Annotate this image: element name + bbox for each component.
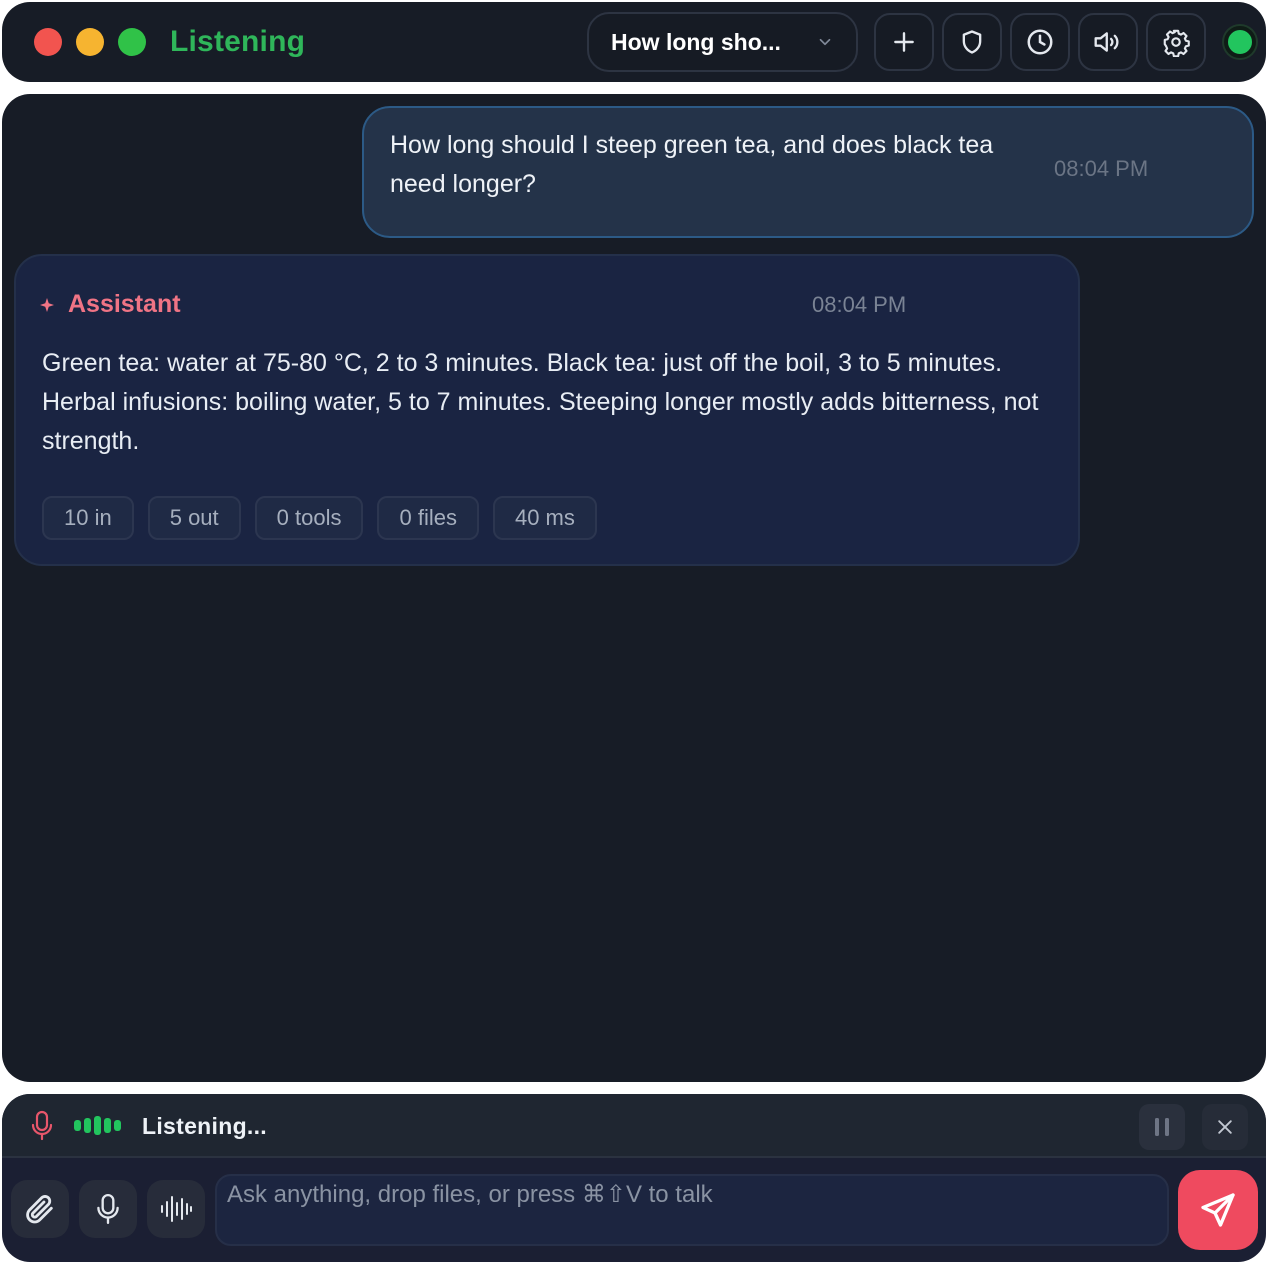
close-icon: [1218, 1120, 1232, 1134]
paperclip-icon: [26, 1195, 53, 1224]
tokens-in-chip: 10 in: [42, 496, 134, 540]
maximize-window-button[interactable]: [118, 28, 146, 56]
message-stats: 10 in 5 out 0 tools 0 files 40 ms: [42, 496, 597, 540]
user-message-time: 08:04 PM: [1054, 156, 1149, 181]
shield-icon: [962, 30, 982, 54]
user-message: How long should I steep green tea, and d…: [362, 106, 1254, 238]
assistant-header: Assistant: [40, 290, 181, 319]
assistant-message-time: 08:04 PM: [812, 292, 907, 317]
title-bar: Listening How long sho...: [2, 2, 1266, 82]
files-chip: 0 files: [377, 496, 479, 540]
waveform-icon: [161, 1196, 192, 1222]
sparkle-icon: [40, 297, 54, 312]
voice-listening-bar: Listening...: [2, 1094, 1266, 1158]
microphone-icon: [97, 1193, 119, 1225]
conversation-title: How long sho...: [611, 28, 781, 55]
plus-icon: [894, 32, 914, 52]
microphone-icon: [31, 1110, 53, 1141]
composer-panel: Listening...: [2, 1094, 1266, 1262]
user-message-text: How long should I steep green tea, and d…: [390, 131, 994, 198]
app-title: Listening: [170, 25, 306, 58]
latency-chip: 40 ms: [492, 496, 597, 540]
voice-output-button[interactable]: [1078, 13, 1138, 71]
conversation-select[interactable]: How long sho...: [587, 12, 858, 72]
privacy-button[interactable]: [942, 13, 1002, 71]
audio-level-meter: [74, 1116, 121, 1135]
assistant-message: Assistant 08:04 PM Green tea: water at 7…: [14, 254, 1080, 566]
connection-status-indicator: [1224, 26, 1256, 58]
settings-button[interactable]: [1146, 13, 1206, 71]
send-icon: [1201, 1193, 1235, 1227]
stop-listening-button[interactable]: [1202, 1104, 1248, 1150]
message-input[interactable]: [215, 1174, 1169, 1246]
speaker-icon: [1094, 32, 1119, 52]
pause-icon: [1155, 1118, 1169, 1136]
voice-mode-button[interactable]: [147, 1180, 205, 1238]
tools-chip: 0 tools: [254, 496, 364, 540]
tokens-out-chip: 5 out: [147, 496, 241, 540]
minimize-window-button[interactable]: [76, 28, 104, 56]
pause-listening-button[interactable]: [1139, 1104, 1185, 1150]
new-chat-button[interactable]: [874, 13, 934, 71]
clock-icon: [1027, 29, 1053, 55]
chat-transcript[interactable]: How long should I steep green tea, and d…: [2, 94, 1266, 1082]
dictate-button[interactable]: [79, 1180, 137, 1238]
history-button[interactable]: [1010, 13, 1070, 71]
close-window-button[interactable]: [34, 28, 62, 56]
gear-icon: [1163, 29, 1190, 57]
assistant-label: Assistant: [68, 290, 181, 318]
assistant-message-text: Green tea: water at 75-80 °C, 2 to 3 min…: [42, 349, 1039, 455]
window-controls: [34, 28, 146, 56]
send-button[interactable]: [1178, 1170, 1258, 1250]
chevron-down-icon: [819, 38, 831, 46]
listening-status: Listening...: [142, 1113, 267, 1139]
attach-file-button[interactable]: [11, 1180, 69, 1238]
